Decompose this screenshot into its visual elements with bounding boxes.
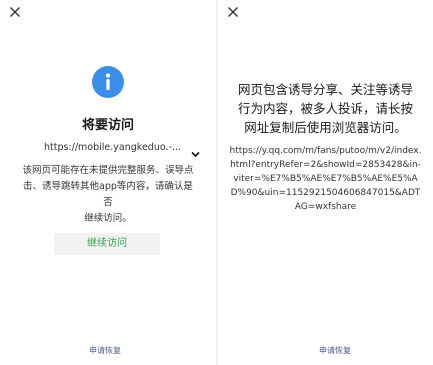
interstitial-panel-right: 网页包含诱导分享、关注等诱导 行为内容，被多人投诉，请长按 网址复制后使用浏览器… [218, 0, 433, 365]
warning-description: 该网页可能存在未提供完整服务、误导点 击、诱导跳转其他app等内容，请确认是否 … [20, 163, 196, 227]
chevron-down-icon[interactable] [191, 143, 200, 162]
page-title: 将要访问 [81, 118, 134, 133]
close-icon[interactable] [7, 4, 23, 20]
warning-line: 网页包含诱导分享、关注等诱导 [237, 82, 413, 97]
url-line: html?entryRefer=2&showId=2853428&in- [230, 160, 421, 170]
description-line: 该网页可能存在未提供完整服务、误导点 [22, 165, 194, 176]
url-line: AG=wxfshare [294, 202, 357, 212]
url-line: https://y.qq.com/m/fans/putoo/m/v2/index… [229, 146, 422, 156]
warning-line: 网址复制后使用浏览器访问。 [244, 120, 407, 135]
close-icon[interactable] [225, 4, 241, 20]
url-expander[interactable]: https://mobile.yangkeduo.-... [44, 140, 200, 158]
blocked-warning: 网页包含诱导分享、关注等诱导 行为内容，被多人投诉，请长按 网址复制后使用浏览器… [218, 80, 433, 137]
info-icon [92, 66, 124, 98]
description-line: 继续访问。 [84, 213, 132, 224]
url-line: viter=%E7%B5%AE%E7%B5%AE%E5%A [233, 174, 418, 184]
url-line: D%90&uin=1152921504606847015&ADT [230, 188, 421, 198]
appeal-link[interactable]: 申请恢复 [319, 345, 351, 356]
continue-button[interactable]: 继续访问 [54, 233, 160, 255]
warning-line: 行为内容，被多人投诉，请长按 [237, 101, 413, 116]
target-url: https://mobile.yangkeduo.-... [44, 142, 181, 153]
description-line: 击、诱导跳转其他app等内容，请确认是否 [23, 181, 193, 208]
blocked-url[interactable]: https://y.qq.com/m/fans/putoo/m/v2/index… [218, 144, 433, 214]
appeal-link[interactable]: 申请恢复 [89, 345, 121, 356]
interstitial-panel-left: 将要访问 https://mobile.yangkeduo.-... 该网页可能… [0, 0, 216, 365]
